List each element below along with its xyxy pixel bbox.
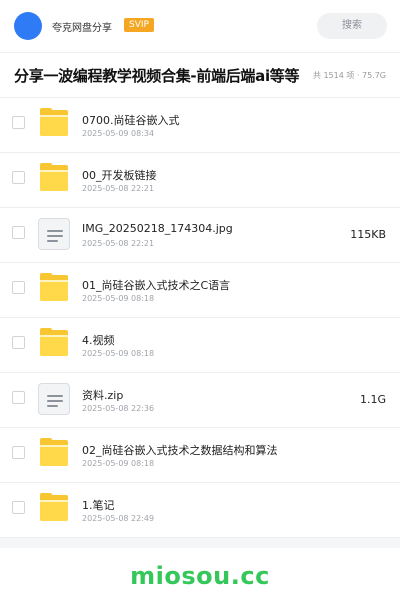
file-name: 01_尚硅谷嵌入式技术之C语言 [82,279,231,292]
folder-icon [38,328,70,360]
select-checkbox[interactable] [12,171,25,184]
file-row[interactable]: 资料.zip 2025-05-08 22:36 1.1G [0,373,400,428]
page-title: 分享一波编程教学视频合集-前端后端ai等等 [14,67,300,85]
file-row[interactable]: 1.笔记 2025-05-08 22:49 [0,483,400,538]
file-date: 2025-05-09 08:18 [82,349,155,358]
file-date: 2025-05-08 22:21 [82,184,155,193]
file-date: 2025-05-09 08:18 [82,459,155,468]
file-name: 00_开发板链接 [82,169,157,182]
folder-icon [38,163,70,195]
file-date: 2025-05-09 08:18 [82,294,155,303]
file-name: 1.笔记 [82,499,115,512]
file-row[interactable]: 01_尚硅谷嵌入式技术之C语言 2025-05-09 08:18 [0,263,400,318]
folder-icon [38,493,70,525]
folder-icon [38,438,70,470]
file-date: 2025-05-08 22:36 [82,404,155,413]
folder-icon [38,108,70,140]
file-row[interactable]: IMG_20250218_174304.jpg 2025-05-08 22:21… [0,208,400,263]
svip-badge: SVIP [124,18,154,32]
top-bar: 夸克网盘分享 SVIP 搜索 [0,0,400,53]
file-name: 资料.zip [82,389,124,402]
file-row[interactable]: 4.视频 2025-05-09 08:18 [0,318,400,373]
file-name: 4.视频 [82,334,115,347]
file-size: 1.1G [359,393,386,406]
footer: miosou.cc [0,548,400,600]
select-checkbox[interactable] [12,501,25,514]
select-checkbox[interactable] [12,226,25,239]
file-icon [38,218,70,250]
sharer-name: 夸克网盘分享 [52,23,112,34]
file-row[interactable]: 0700.尚硅谷嵌入式 2025-05-09 08:34 [0,98,400,153]
file-date: 2025-05-08 22:49 [82,514,155,523]
select-checkbox[interactable] [12,281,25,294]
file-name: IMG_20250218_174304.jpg [82,222,233,235]
file-row[interactable]: 00_开发板链接 2025-05-08 22:21 [0,153,400,208]
folder-icon [38,273,70,305]
avatar[interactable] [14,12,42,40]
file-list: 0700.尚硅谷嵌入式 2025-05-09 08:34 00_开发板链接 20… [0,98,400,538]
search-button[interactable]: 搜索 [317,13,387,39]
file-date: 2025-05-08 22:21 [82,239,155,248]
select-checkbox[interactable] [12,446,25,459]
file-icon [38,383,70,415]
file-date: 2025-05-09 08:34 [82,129,155,138]
select-checkbox[interactable] [12,336,25,349]
share-summary: 共 1514 项 · 75.7G [312,71,386,80]
file-row[interactable]: 02_尚硅谷嵌入式技术之数据结构和算法 2025-05-09 08:18 [0,428,400,483]
file-size: 115KB [350,228,386,241]
select-checkbox[interactable] [12,116,25,129]
file-name: 0700.尚硅谷嵌入式 [82,114,180,127]
file-name: 02_尚硅谷嵌入式技术之数据结构和算法 [82,444,278,457]
select-checkbox[interactable] [12,391,25,404]
watermark-brand: miosou.cc [130,562,270,590]
share-title-bar: 分享一波编程教学视频合集-前端后端ai等等 共 1514 项 · 75.7G [0,53,400,98]
